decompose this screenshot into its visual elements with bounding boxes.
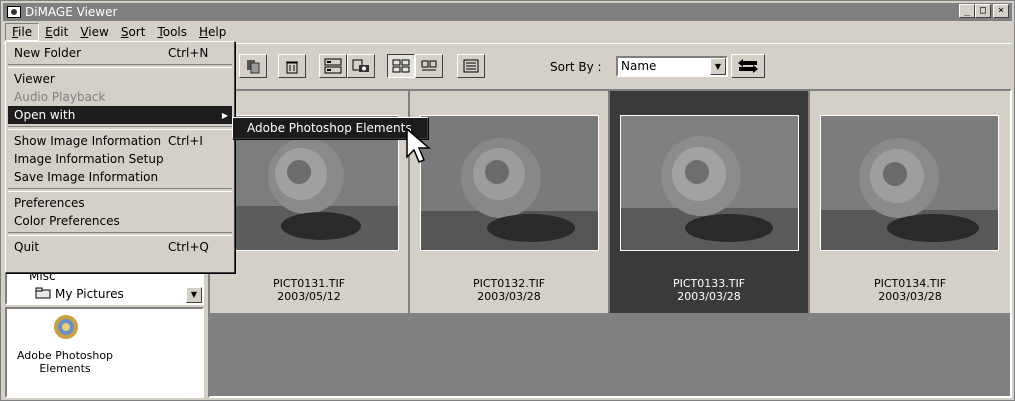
thumbnail-caption: PICT0134.TIF 2003/03/28 (810, 277, 1010, 303)
camera-icon (352, 59, 369, 72)
title-bar: DiMAGE Viewer _ □ × (3, 3, 1012, 21)
window-title: DiMAGE Viewer (25, 5, 118, 19)
delete-button[interactable] (278, 54, 306, 78)
menu-file[interactable]: File (5, 22, 40, 41)
file-name: PICT0133.TIF (672, 277, 746, 290)
file-name: PICT0131.TIF (272, 277, 346, 290)
maximize-button[interactable]: □ (975, 4, 991, 18)
menu-file-rest: ile (18, 24, 33, 39)
menu-item-open-with[interactable]: Open with ▶ (8, 106, 232, 124)
thumbnail-cell[interactable]: PICT0134.TIF 2003/03/28 (810, 91, 1010, 313)
slideshow-button[interactable] (319, 54, 347, 78)
file-name: PICT0132.TIF (472, 277, 546, 290)
list-view-button[interactable] (457, 54, 485, 78)
application-panel[interactable]: Adobe Photoshop Elements (5, 307, 204, 398)
photoshop-elements-icon[interactable] (52, 313, 80, 341)
app-label: Adobe Photoshop Elements (16, 349, 114, 375)
sort-order-icon (738, 59, 758, 73)
small-thumbs-icon (421, 60, 437, 71)
window-controls: _ □ × (959, 4, 1009, 18)
file-menu: New Folder Ctrl+N Viewer Audio Playback O… (5, 41, 235, 273)
sort-by-label: Sort By : (550, 60, 602, 74)
chevron-down-icon[interactable]: ▼ (710, 58, 726, 75)
dimage-viewer-window: DiMAGE Viewer _ □ × File Edit View Sort … (0, 0, 1015, 401)
close-button[interactable]: × (993, 4, 1009, 18)
camera-button[interactable] (347, 54, 375, 78)
list-icon (463, 59, 479, 73)
trash-icon (286, 61, 298, 74)
menu-item-viewer[interactable]: Viewer (8, 70, 232, 88)
menu-item-quit[interactable]: Quit Ctrl+Q (8, 238, 232, 256)
thumbnail-caption: PICT0132.TIF 2003/03/28 (410, 277, 608, 303)
menu-item-new-folder[interactable]: New Folder Ctrl+N (8, 44, 232, 62)
photo-thumbnail[interactable] (620, 115, 799, 251)
slides-icon (324, 58, 342, 74)
menu-separator (8, 186, 232, 194)
tree-item-my-pictures[interactable]: My Pictures (55, 287, 124, 301)
thumbnail-caption: PICT0131.TIF 2003/05/12 (210, 277, 408, 303)
menu-help[interactable]: Help (193, 24, 232, 40)
sort-by-select[interactable]: Name ▼ (616, 56, 728, 77)
sort-by-value: Name (621, 59, 657, 73)
sort-order-button[interactable] (731, 54, 765, 78)
submenu-item-adobe-photoshop-elements[interactable]: Adobe Photoshop Elements (232, 117, 428, 139)
thumbnail-cell[interactable]: PICT0132.TIF 2003/03/28 (410, 91, 609, 313)
minimize-button[interactable]: _ (959, 4, 975, 18)
menu-sort[interactable]: Sort (115, 24, 152, 40)
submenu-arrow-icon: ▶ (221, 110, 228, 120)
menu-item-save-image-information[interactable]: Save Image Information (8, 168, 232, 186)
file-date: 2003/05/12 (277, 290, 341, 303)
file-date: 2003/03/28 (878, 290, 942, 303)
photo-thumbnail[interactable] (420, 115, 599, 251)
copy-button[interactable] (239, 54, 267, 78)
menu-separator (8, 62, 232, 70)
grid-icon (392, 59, 410, 73)
menu-bar: File Edit View Sort Tools Help (3, 22, 232, 41)
file-date: 2003/03/28 (677, 290, 741, 303)
menu-edit[interactable]: Edit (39, 24, 74, 40)
menu-view[interactable]: View (74, 24, 114, 40)
menu-tools[interactable]: Tools (151, 24, 193, 40)
thumbnail-cell-selected[interactable]: PICT0133.TIF 2003/03/28 (610, 91, 809, 313)
tree-item-my-pictures-icon (35, 287, 51, 302)
menu-item-image-information-setup[interactable]: Image Information Setup (8, 150, 232, 168)
folder-icon (35, 287, 51, 299)
large-thumbnail-view-button[interactable] (387, 54, 415, 78)
copy-icon (247, 60, 260, 74)
thumbnail-caption: PICT0133.TIF 2003/03/28 (610, 277, 808, 303)
photo-thumbnail[interactable] (820, 115, 999, 251)
menu-separator (8, 124, 232, 132)
small-thumbnail-view-button[interactable] (415, 54, 443, 78)
menu-item-color-preferences[interactable]: Color Preferences (8, 212, 232, 230)
menu-item-preferences[interactable]: Preferences (8, 194, 232, 212)
app-camera-icon (7, 6, 21, 18)
file-name: PICT0134.TIF (873, 277, 947, 290)
menu-separator (8, 230, 232, 238)
menu-item-show-image-information[interactable]: Show Image Information Ctrl+I (8, 132, 232, 150)
menu-item-audio-playback: Audio Playback (14, 90, 106, 104)
mouse-pointer-icon (406, 127, 432, 163)
file-date: 2003/03/28 (477, 290, 541, 303)
tree-scroll-down-button[interactable]: ▼ (186, 287, 202, 303)
